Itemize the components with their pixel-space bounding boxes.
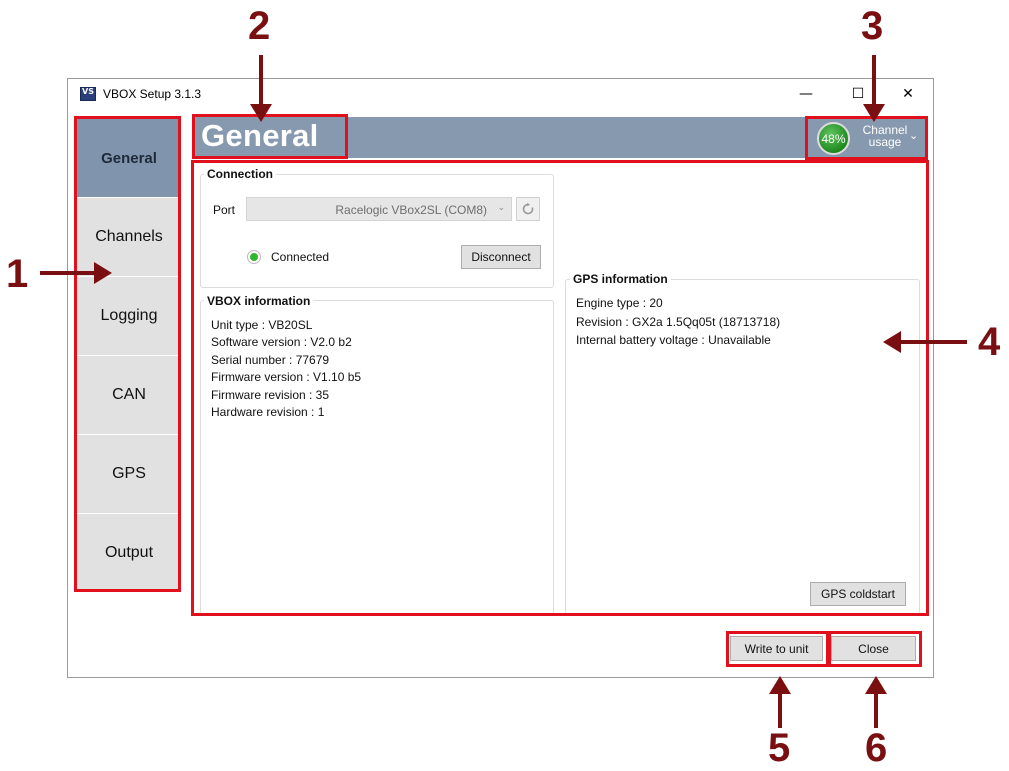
annotation-label-1: 1 [6, 252, 29, 296]
annotation-label-4: 4 [978, 320, 1001, 364]
annotation-label-2: 2 [248, 4, 271, 48]
annotation-label-5: 5 [768, 726, 791, 770]
annotation-label-3: 3 [861, 4, 884, 48]
annotation-arrows [40, 55, 967, 728]
annotation-label-6: 6 [865, 726, 888, 770]
